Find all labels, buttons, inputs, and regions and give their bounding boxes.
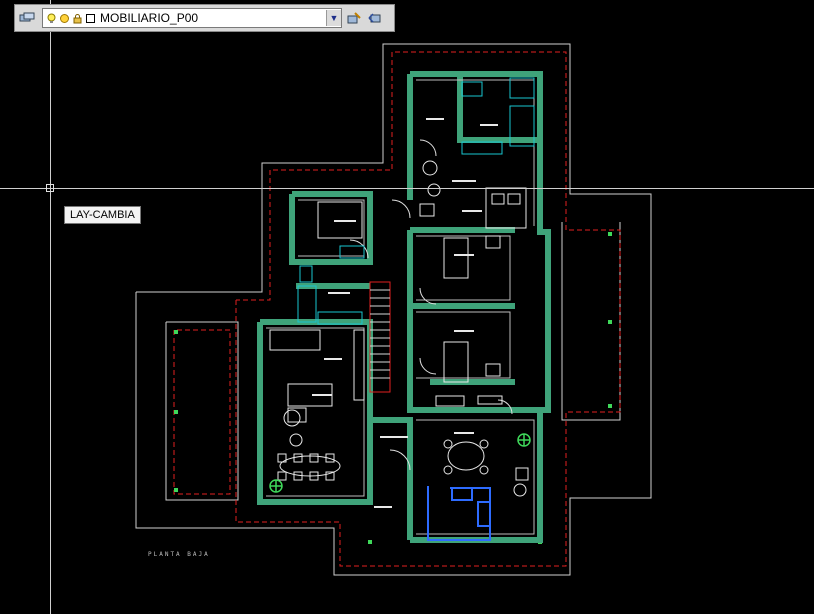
plants: [269, 433, 531, 493]
layers-toolbar: MOBILIARIO_P00 ▼: [14, 4, 395, 32]
boundary-line: [173, 51, 621, 567]
make-current-icon[interactable]: [345, 9, 363, 27]
cursor-pickbox: [46, 184, 54, 192]
layer-dropdown[interactable]: MOBILIARIO_P00 ▼: [42, 8, 342, 28]
layer-manager-icon[interactable]: [18, 9, 36, 27]
site-outline: [135, 43, 652, 576]
cursor-crosshair-horizontal: [0, 188, 814, 189]
color-swatch-icon[interactable]: [85, 13, 96, 24]
lightbulb-icon[interactable]: [46, 13, 57, 24]
lock-icon[interactable]: [72, 13, 83, 24]
cad-drawing-canvas[interactable]: PLANTA BAJA: [0, 0, 814, 614]
kitchen-counter: [427, 486, 491, 541]
cursor-crosshair-vertical: [50, 0, 51, 614]
room-labels: [312, 118, 498, 508]
layer-name: MOBILIARIO_P00: [100, 11, 199, 25]
chevron-down-icon[interactable]: ▼: [326, 10, 341, 26]
walls: [257, 71, 551, 543]
previous-layer-icon[interactable]: [366, 9, 384, 27]
plan-label: PLANTA BAJA: [148, 551, 210, 558]
sun-icon[interactable]: [59, 13, 70, 24]
command-tooltip: LAY-CAMBIA: [64, 206, 141, 224]
